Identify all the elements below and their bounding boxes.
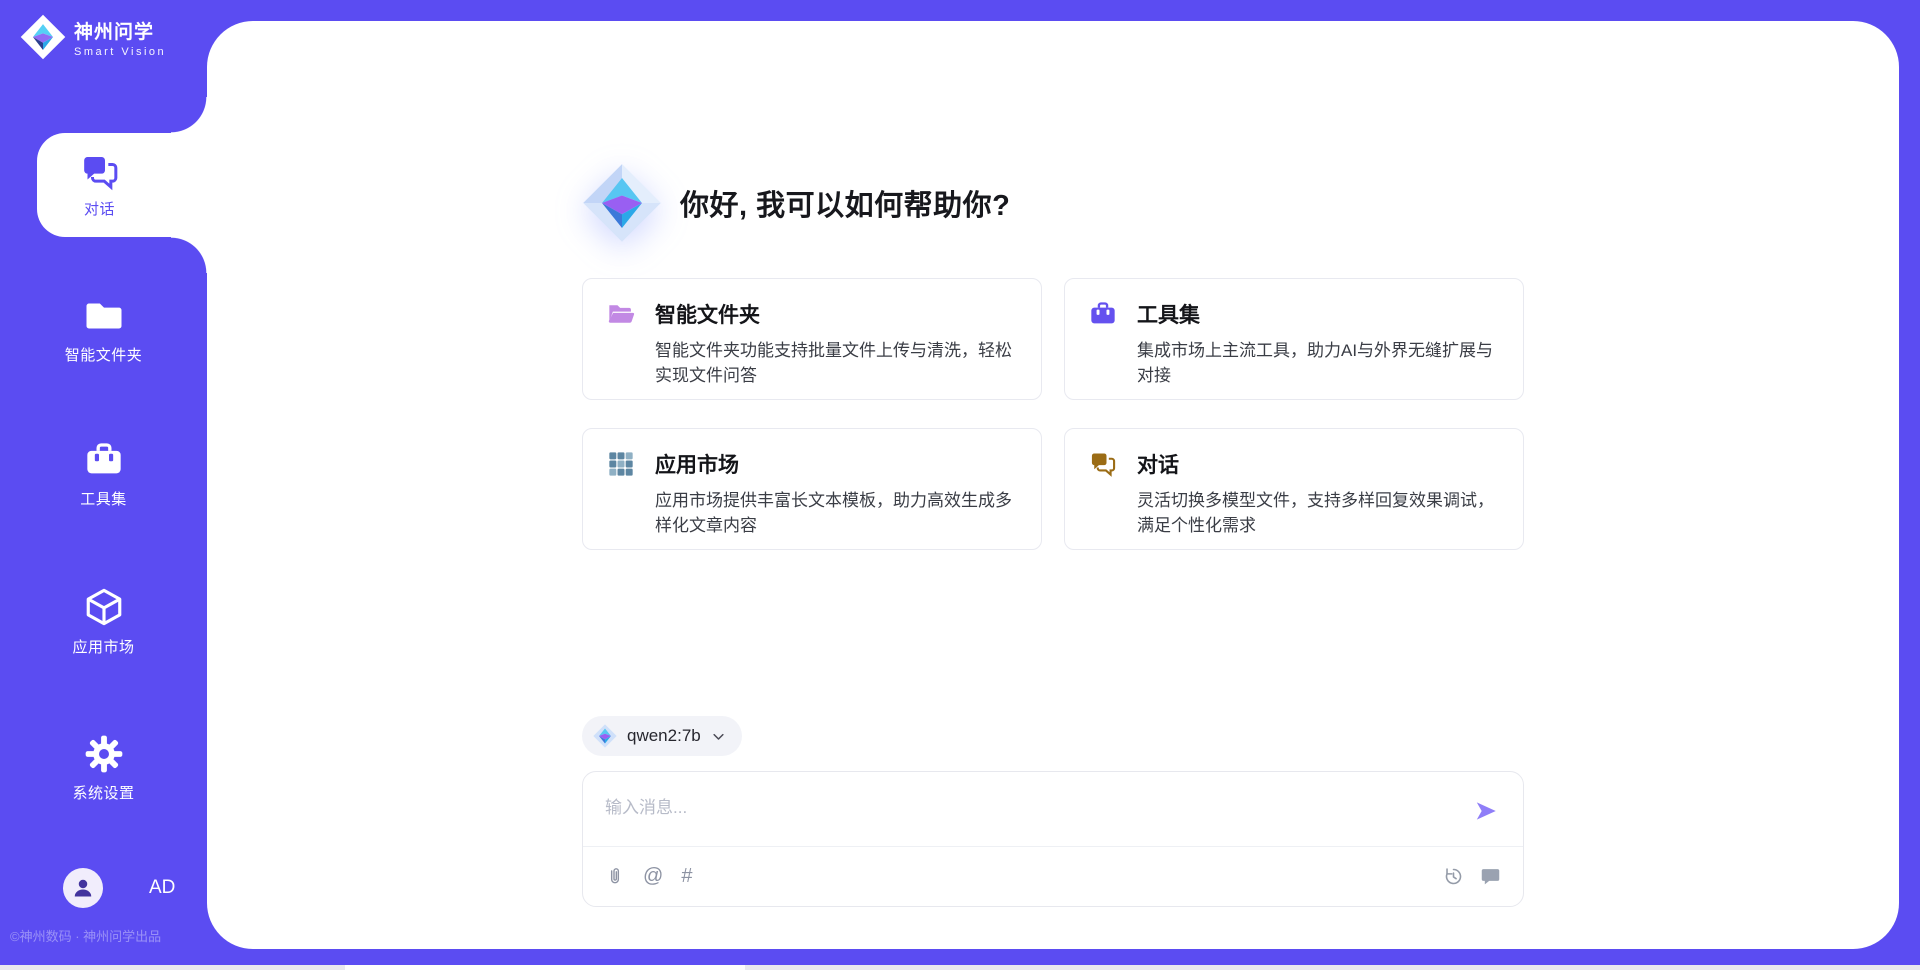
person-icon [71, 876, 95, 900]
avatar [63, 868, 103, 908]
send-icon[interactable] [1473, 798, 1499, 824]
card-description: 集成市场上主流工具，助力AI与外界无缝扩展与对接 [1137, 338, 1499, 388]
brand: 神州问学 Smart Vision [20, 14, 166, 60]
card-chat[interactable]: 对话 灵活切换多模型文件，支持多样回复效果调试，满足个性化需求 [1064, 428, 1524, 550]
card-title: 对话 [1137, 449, 1179, 479]
horizontal-scrollbar[interactable] [0, 965, 1920, 970]
chat-bubble-icon[interactable] [1480, 866, 1501, 887]
brand-diamond-icon [593, 724, 617, 748]
card-app-market[interactable]: 应用市场 应用市场提供丰富长文本模板，助力高效生成多样化文章内容 [582, 428, 1042, 550]
sidebar-item-toolset[interactable]: 工具集 [0, 440, 207, 509]
main-panel: 你好, 我可以如何帮助你? 智能文件夹 智能文件夹功能支持批量文件上传与清洗，轻… [207, 21, 1899, 949]
brand-diamond-icon [20, 14, 66, 60]
folder-open-icon [607, 300, 635, 328]
scrollbar-thumb[interactable] [345, 965, 745, 970]
model-selector[interactable]: qwen2:7b [582, 716, 742, 756]
greeting: 你好, 我可以如何帮助你? [582, 163, 1010, 243]
sidebar: 神州问学 Smart Vision 对话 智能文件夹 [0, 0, 207, 970]
brand-diamond-icon [582, 163, 662, 243]
brand-name: 神州问学 [74, 17, 166, 44]
gear-icon [84, 734, 124, 774]
card-title: 智能文件夹 [655, 299, 760, 329]
paperclip-icon[interactable] [605, 866, 625, 886]
chat-icon [1089, 450, 1117, 478]
user-profile[interactable]: AD [63, 868, 175, 908]
sidebar-item-settings[interactable]: 系统设置 [0, 734, 207, 803]
toolbox-icon [84, 440, 124, 480]
composer-toolbar: @ # [583, 846, 1523, 906]
card-title: 工具集 [1137, 299, 1200, 329]
cube-icon [83, 586, 125, 628]
folder-icon [84, 296, 124, 336]
sidebar-footer: ©神州数码 · 神州问学出品 [10, 926, 206, 945]
message-input[interactable] [605, 790, 1453, 826]
feature-cards: 智能文件夹 智能文件夹功能支持批量文件上传与清洗，轻松实现文件问答 工具集 [582, 278, 1524, 550]
model-name: qwen2:7b [627, 726, 701, 746]
greeting-text: 你好, 我可以如何帮助你? [680, 182, 1010, 224]
card-title: 应用市场 [655, 449, 739, 479]
hash-icon[interactable]: # [681, 866, 692, 886]
user-name: AD [149, 877, 175, 899]
at-icon[interactable]: @ [643, 866, 663, 886]
sidebar-item-chat[interactable]: 对话 [37, 133, 207, 237]
card-description: 应用市场提供丰富长文本模板，助力高效生成多样化文章内容 [655, 488, 1017, 538]
composer: @ # [582, 771, 1524, 907]
sidebar-item-label: 系统设置 [72, 782, 134, 803]
sidebar-item-label: 工具集 [80, 488, 127, 509]
card-description: 灵活切换多模型文件，支持多样回复效果调试，满足个性化需求 [1137, 488, 1499, 538]
card-smart-folder[interactable]: 智能文件夹 智能文件夹功能支持批量文件上传与清洗，轻松实现文件问答 [582, 278, 1042, 400]
history-icon[interactable] [1443, 866, 1464, 887]
sidebar-item-smart-folder[interactable]: 智能文件夹 [0, 296, 207, 365]
chat-icon [80, 152, 120, 192]
toolbox-icon [1089, 300, 1117, 328]
chevron-down-icon [711, 729, 726, 744]
brand-subtitle: Smart Vision [74, 46, 166, 58]
sidebar-item-app-market[interactable]: 应用市场 [0, 586, 207, 657]
card-description: 智能文件夹功能支持批量文件上传与清洗，轻松实现文件问答 [655, 338, 1017, 388]
sidebar-item-label: 对话 [84, 198, 115, 219]
grid-icon [607, 450, 635, 478]
sidebar-item-label: 智能文件夹 [65, 344, 143, 365]
card-toolset[interactable]: 工具集 集成市场上主流工具，助力AI与外界无缝扩展与对接 [1064, 278, 1524, 400]
sidebar-item-label: 应用市场 [72, 636, 134, 657]
